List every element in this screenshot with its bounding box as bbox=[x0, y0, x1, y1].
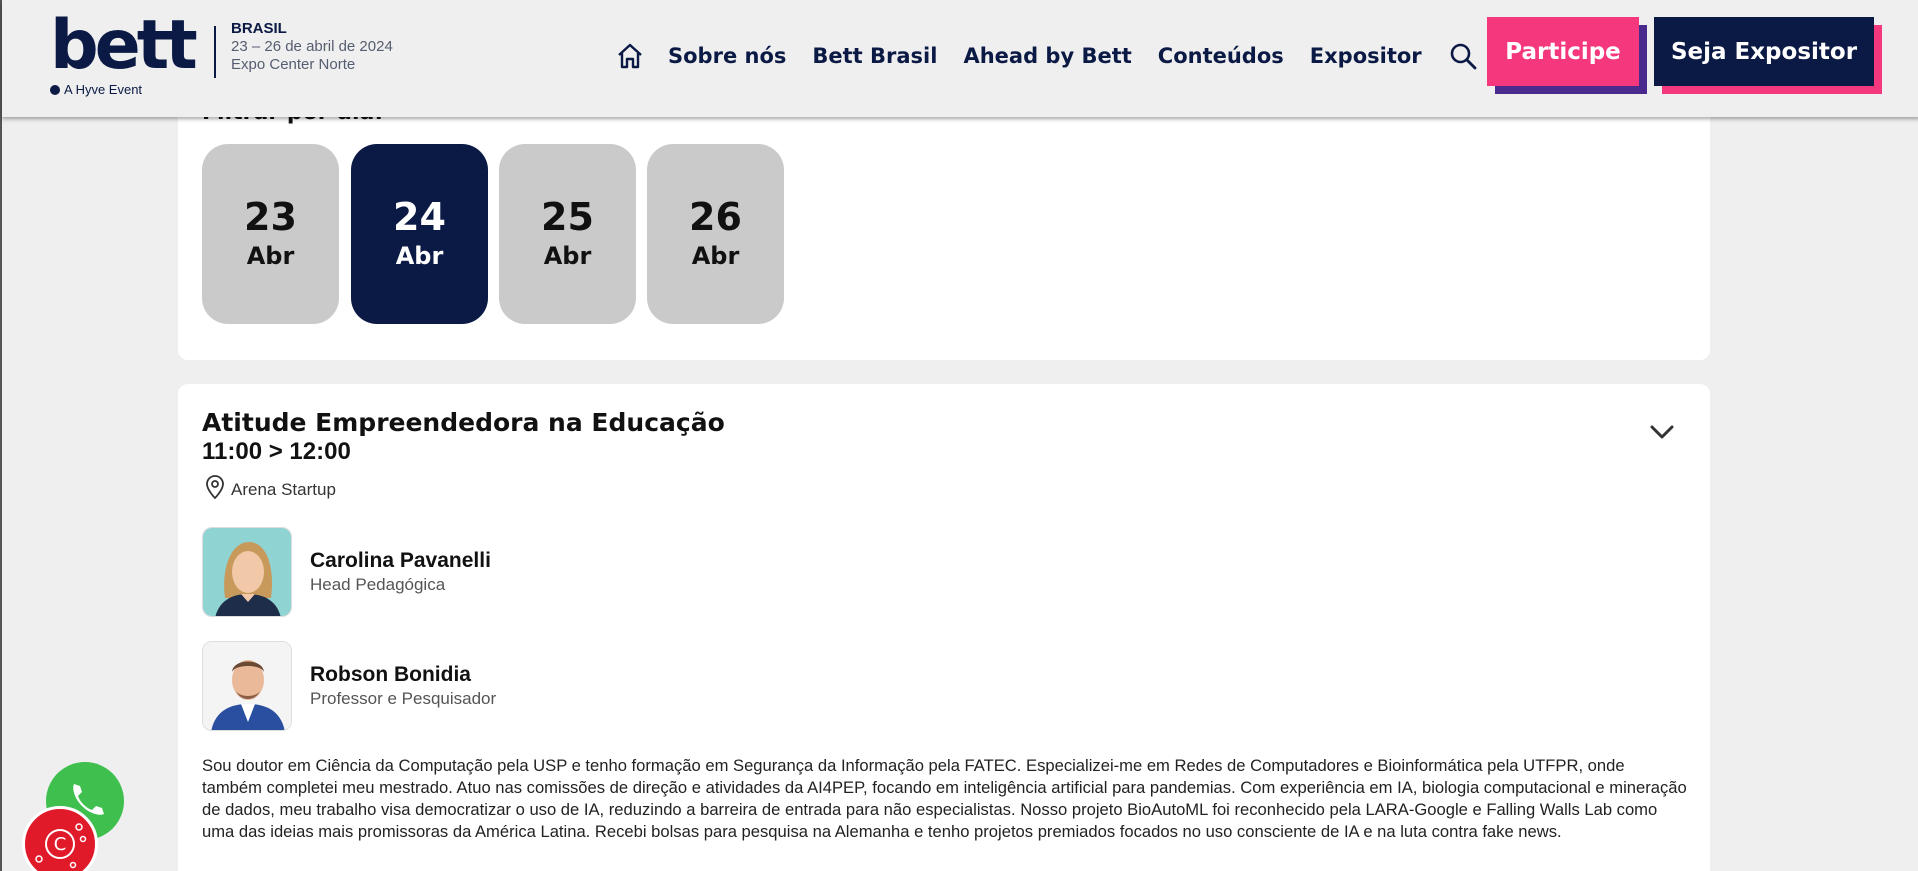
day-number: 25 bbox=[541, 195, 594, 239]
logo-tagline: A Hyve Event bbox=[50, 82, 142, 97]
participe-button-wrap: Participe bbox=[1487, 17, 1647, 94]
day-number: 23 bbox=[244, 195, 297, 239]
participe-button[interactable]: Participe bbox=[1487, 17, 1639, 86]
speaker-info: Carolina Pavanelli Head Pedagógica bbox=[310, 548, 491, 596]
session-location: Arena Startup bbox=[205, 475, 336, 504]
speaker-item[interactable]: Robson Bonidia Professor e Pesquisador bbox=[202, 641, 496, 731]
svg-text:C: C bbox=[54, 834, 67, 855]
nav-conteudos[interactable]: Conteúdos bbox=[1158, 44, 1284, 68]
search-icon[interactable] bbox=[1448, 41, 1478, 71]
day-option-25[interactable]: 25 Abr bbox=[499, 144, 636, 324]
nav-expositor[interactable]: Expositor bbox=[1310, 44, 1422, 68]
logo-event-info: BRASIL 23 – 26 de abril de 2024 Expo Cen… bbox=[231, 20, 451, 74]
day-number: 24 bbox=[393, 195, 446, 239]
day-option-23[interactable]: 23 Abr bbox=[202, 144, 339, 324]
day-month: Abr bbox=[395, 242, 444, 270]
home-icon[interactable] bbox=[614, 40, 646, 72]
speaker-item[interactable]: Carolina Pavanelli Head Pedagógica bbox=[202, 527, 491, 617]
nav-ahead-by-bett[interactable]: Ahead by Bett bbox=[963, 44, 1131, 68]
logo-divider bbox=[214, 26, 216, 78]
speaker-name: Robson Bonidia bbox=[310, 663, 471, 686]
logo-wordmark: bett bbox=[50, 6, 198, 85]
speaker-bio: Sou doutor em Ciência da Computação pela… bbox=[202, 756, 1687, 841]
session-time: 11:00 > 12:00 bbox=[202, 438, 351, 465]
bett-logo[interactable]: bett BRASIL 23 – 26 de abril de 2024 Exp… bbox=[50, 6, 393, 97]
main-nav: Sobre nós Bett Brasil Ahead by Bett Cont… bbox=[614, 40, 1478, 72]
seja-expositor-button[interactable]: Seja Expositor bbox=[1654, 17, 1874, 86]
day-month: Abr bbox=[691, 242, 740, 270]
cookie-consent-icon[interactable]: C bbox=[22, 806, 98, 871]
nav-bett-brasil[interactable]: Bett Brasil bbox=[812, 44, 937, 68]
logo-dates: 23 – 26 de abril de 2024 bbox=[231, 38, 393, 55]
logo-country: BRASIL bbox=[231, 20, 287, 37]
speaker-role: Head Pedagógica bbox=[310, 575, 446, 594]
speaker-info: Robson Bonidia Professor e Pesquisador bbox=[310, 662, 496, 710]
day-month: Abr bbox=[246, 242, 295, 270]
logo-venue: Expo Center Norte bbox=[231, 56, 356, 73]
map-pin-icon bbox=[205, 475, 225, 504]
day-number: 26 bbox=[689, 195, 742, 239]
session-title: Atitude Empreendedora na Educação bbox=[202, 408, 725, 437]
nav-sobre-nos[interactable]: Sobre nós bbox=[668, 44, 786, 68]
speaker-role: Professor e Pesquisador bbox=[310, 689, 497, 708]
speaker-avatar bbox=[202, 527, 292, 617]
expositor-button-wrap: Seja Expositor bbox=[1654, 17, 1882, 94]
day-option-26[interactable]: 26 Abr bbox=[647, 144, 784, 324]
chevron-down-icon[interactable] bbox=[1648, 422, 1676, 442]
speaker-avatar bbox=[202, 641, 292, 731]
logo-tagline-text: A Hyve Event bbox=[64, 82, 143, 97]
site-header: bett BRASIL 23 – 26 de abril de 2024 Exp… bbox=[2, 0, 1918, 117]
hyve-dot-icon bbox=[50, 85, 60, 95]
day-month: Abr bbox=[543, 242, 592, 270]
location-label: Arena Startup bbox=[231, 479, 336, 499]
speaker-name: Carolina Pavanelli bbox=[310, 549, 491, 572]
day-option-24[interactable]: 24 Abr bbox=[351, 144, 488, 324]
